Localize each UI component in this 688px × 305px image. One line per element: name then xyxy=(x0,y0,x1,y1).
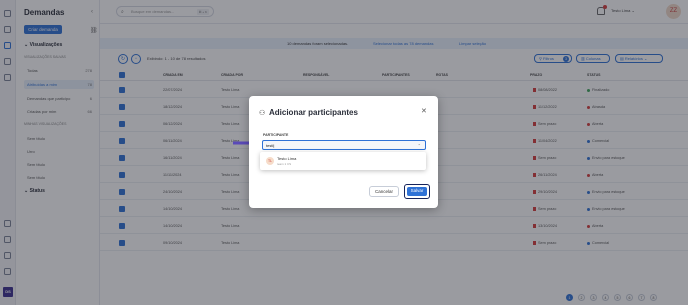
participant-field-label: PARTICIPANTE xyxy=(263,133,289,137)
add-user-icon: ⚇ xyxy=(259,110,266,117)
cancel-button[interactable]: Cancelar xyxy=(369,186,399,197)
option-team: team 1 CS xyxy=(277,162,292,166)
chevron-up-icon[interactable]: ⌃ xyxy=(418,141,421,150)
option-name: Testo Lima xyxy=(277,156,297,161)
save-button[interactable]: Salvar xyxy=(404,184,430,199)
participant-search-input[interactable]: testl| ⌃ xyxy=(262,140,426,150)
option-avatar: TL xyxy=(266,157,274,165)
close-icon[interactable]: ✕ xyxy=(421,107,427,115)
modal-title: Adicionar participantes xyxy=(269,108,358,117)
add-participants-modal: ⚇ Adicionar participantes ✕ PARTICIPANTE… xyxy=(249,96,438,208)
save-button-label: Salvar xyxy=(407,187,427,196)
participant-option[interactable]: TL Testo Lima team 1 CS xyxy=(260,152,426,170)
